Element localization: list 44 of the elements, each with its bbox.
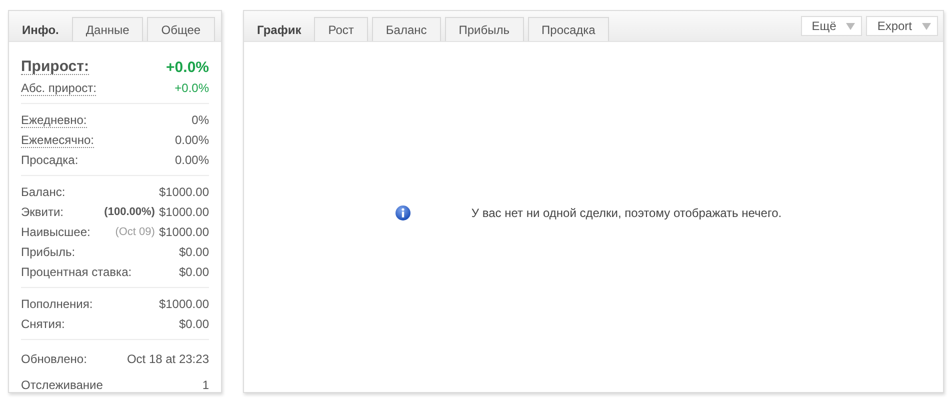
stat-label: Пополнения: bbox=[21, 297, 93, 311]
stat-value: 0% bbox=[192, 113, 209, 127]
stat-value: $1000.00 bbox=[158, 297, 209, 311]
stat-value: 0.00% bbox=[174, 133, 209, 147]
stat-label: Просадка: bbox=[21, 153, 78, 167]
stat-label: Баланс: bbox=[21, 185, 66, 199]
tab[interactable]: График bbox=[250, 17, 310, 41]
empty-message: У вас нет ни одной сделки, поэтому отображать нечего. bbox=[471, 206, 782, 220]
stat-label: Ежедневно: bbox=[21, 112, 87, 128]
stat-value: 1 bbox=[202, 378, 209, 392]
tab[interactable]: Общее bbox=[147, 17, 215, 41]
stat-value: $1000.00 bbox=[158, 185, 209, 199]
stat-label: Абс. прирост: bbox=[21, 80, 96, 96]
dropdown-button[interactable]: Ещё bbox=[800, 16, 862, 36]
tab[interactable]: Данные bbox=[72, 17, 144, 41]
stat-label: Отслеживание bbox=[21, 378, 103, 392]
stat-value: $1000.00 bbox=[158, 225, 209, 239]
info-icon bbox=[395, 205, 412, 221]
tab[interactable]: Баланс bbox=[372, 17, 441, 41]
stat-label: Ежемесячно: bbox=[21, 132, 94, 148]
dropdown-button[interactable]: Export bbox=[866, 16, 938, 36]
caret-icon bbox=[846, 22, 856, 30]
stat-label: Процентная ставка: bbox=[21, 265, 132, 279]
caret-icon bbox=[922, 22, 931, 30]
stat-value: +0.0% bbox=[166, 58, 209, 76]
stat-value: $1000.00 bbox=[158, 205, 209, 219]
stat-note: (100.00%) bbox=[104, 206, 155, 218]
stat-value: 0.00% bbox=[174, 153, 209, 167]
tab[interactable]: Рост bbox=[314, 17, 368, 41]
stat-value: $0.00 bbox=[178, 317, 209, 331]
tab[interactable]: Просадка bbox=[528, 17, 610, 41]
stat-value: $0.00 bbox=[178, 245, 209, 259]
stat-value: Oct 18 at 23:23 bbox=[126, 352, 209, 366]
stat-label: Обновлено: bbox=[21, 352, 87, 366]
tab[interactable]: Инфо. bbox=[15, 17, 68, 41]
stat-label: Прибыль: bbox=[21, 245, 76, 259]
stat-label: Наивысшее: bbox=[21, 225, 90, 239]
tab[interactable]: Прибыль bbox=[444, 17, 524, 41]
stat-value: +0.0% bbox=[174, 81, 209, 95]
stat-label: Снятия: bbox=[21, 317, 65, 331]
stat-label: Прирост: bbox=[21, 60, 89, 74]
stat-label: Эквити: bbox=[21, 205, 64, 219]
stat-value: $0.00 bbox=[178, 265, 209, 279]
stat-note: (Oct 09) bbox=[115, 226, 155, 238]
